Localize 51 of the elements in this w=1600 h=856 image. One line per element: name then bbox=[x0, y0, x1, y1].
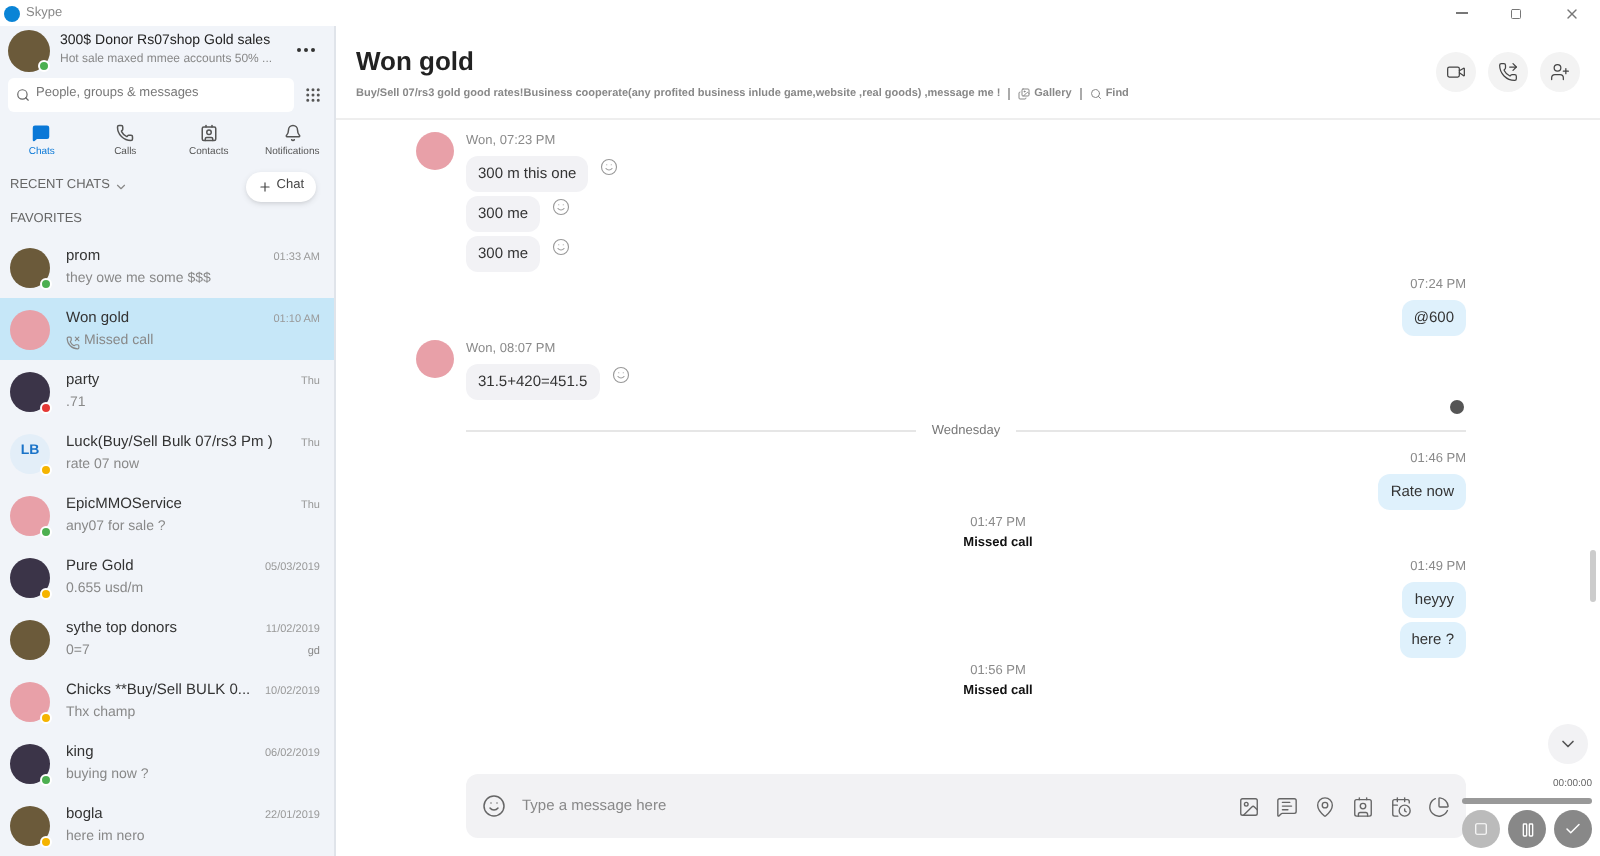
reaction-icon[interactable] bbox=[600, 158, 619, 176]
stop-icon bbox=[1474, 822, 1488, 836]
avatar bbox=[416, 340, 454, 378]
emoji-icon[interactable] bbox=[482, 794, 506, 818]
phone-icon bbox=[1498, 62, 1518, 82]
add-people-button[interactable] bbox=[1540, 52, 1580, 92]
avatar bbox=[416, 132, 454, 170]
reaction-icon[interactable] bbox=[611, 366, 630, 384]
scrollbar-thumb[interactable] bbox=[1590, 550, 1596, 602]
plus-icon bbox=[258, 179, 273, 194]
pause-button[interactable] bbox=[1508, 810, 1546, 848]
confirm-button[interactable] bbox=[1554, 810, 1592, 848]
check-icon bbox=[1564, 820, 1582, 838]
app-logo-icon bbox=[4, 5, 20, 21]
avatar bbox=[10, 247, 50, 287]
avatar bbox=[10, 805, 50, 845]
conversation-title: Won gold bbox=[356, 43, 476, 80]
video-camera-icon bbox=[1446, 62, 1466, 82]
audio-call-button[interactable] bbox=[1488, 52, 1528, 92]
avatar bbox=[10, 309, 50, 349]
location-icon[interactable] bbox=[1314, 795, 1336, 817]
avatar bbox=[10, 371, 50, 411]
schedule-icon[interactable] bbox=[1390, 795, 1412, 817]
chevron-icon[interactable] bbox=[113, 179, 128, 194]
missed-call-icon bbox=[66, 335, 80, 350]
add-person-icon bbox=[1550, 62, 1570, 82]
avatar bbox=[10, 619, 50, 659]
notifications-icon bbox=[283, 123, 302, 142]
pause-icon bbox=[1519, 821, 1535, 837]
calls-icon bbox=[116, 123, 135, 142]
avatar bbox=[10, 557, 50, 597]
dialpad-icon[interactable] bbox=[304, 85, 322, 104]
reaction-icon[interactable] bbox=[552, 198, 571, 216]
reaction-icon[interactable] bbox=[552, 238, 571, 256]
poll-icon[interactable] bbox=[1428, 795, 1450, 817]
image-icon[interactable] bbox=[1238, 795, 1260, 817]
search-icon bbox=[16, 87, 30, 102]
avatar bbox=[10, 743, 50, 783]
contacts-icon bbox=[199, 123, 218, 142]
avatar bbox=[10, 681, 50, 721]
profile-avatar[interactable] bbox=[8, 29, 50, 72]
search-icon bbox=[1089, 88, 1102, 101]
avatar bbox=[10, 495, 50, 535]
chats-icon bbox=[32, 123, 51, 142]
close-icon[interactable] bbox=[1564, 5, 1580, 21]
contact-card-icon[interactable] bbox=[1352, 795, 1374, 817]
video-call-button[interactable] bbox=[1436, 52, 1476, 92]
gallery-icon bbox=[1018, 88, 1031, 101]
recorder-track bbox=[1462, 798, 1592, 804]
maximize-icon[interactable] bbox=[1510, 7, 1522, 19]
message-icon[interactable] bbox=[1276, 795, 1298, 817]
